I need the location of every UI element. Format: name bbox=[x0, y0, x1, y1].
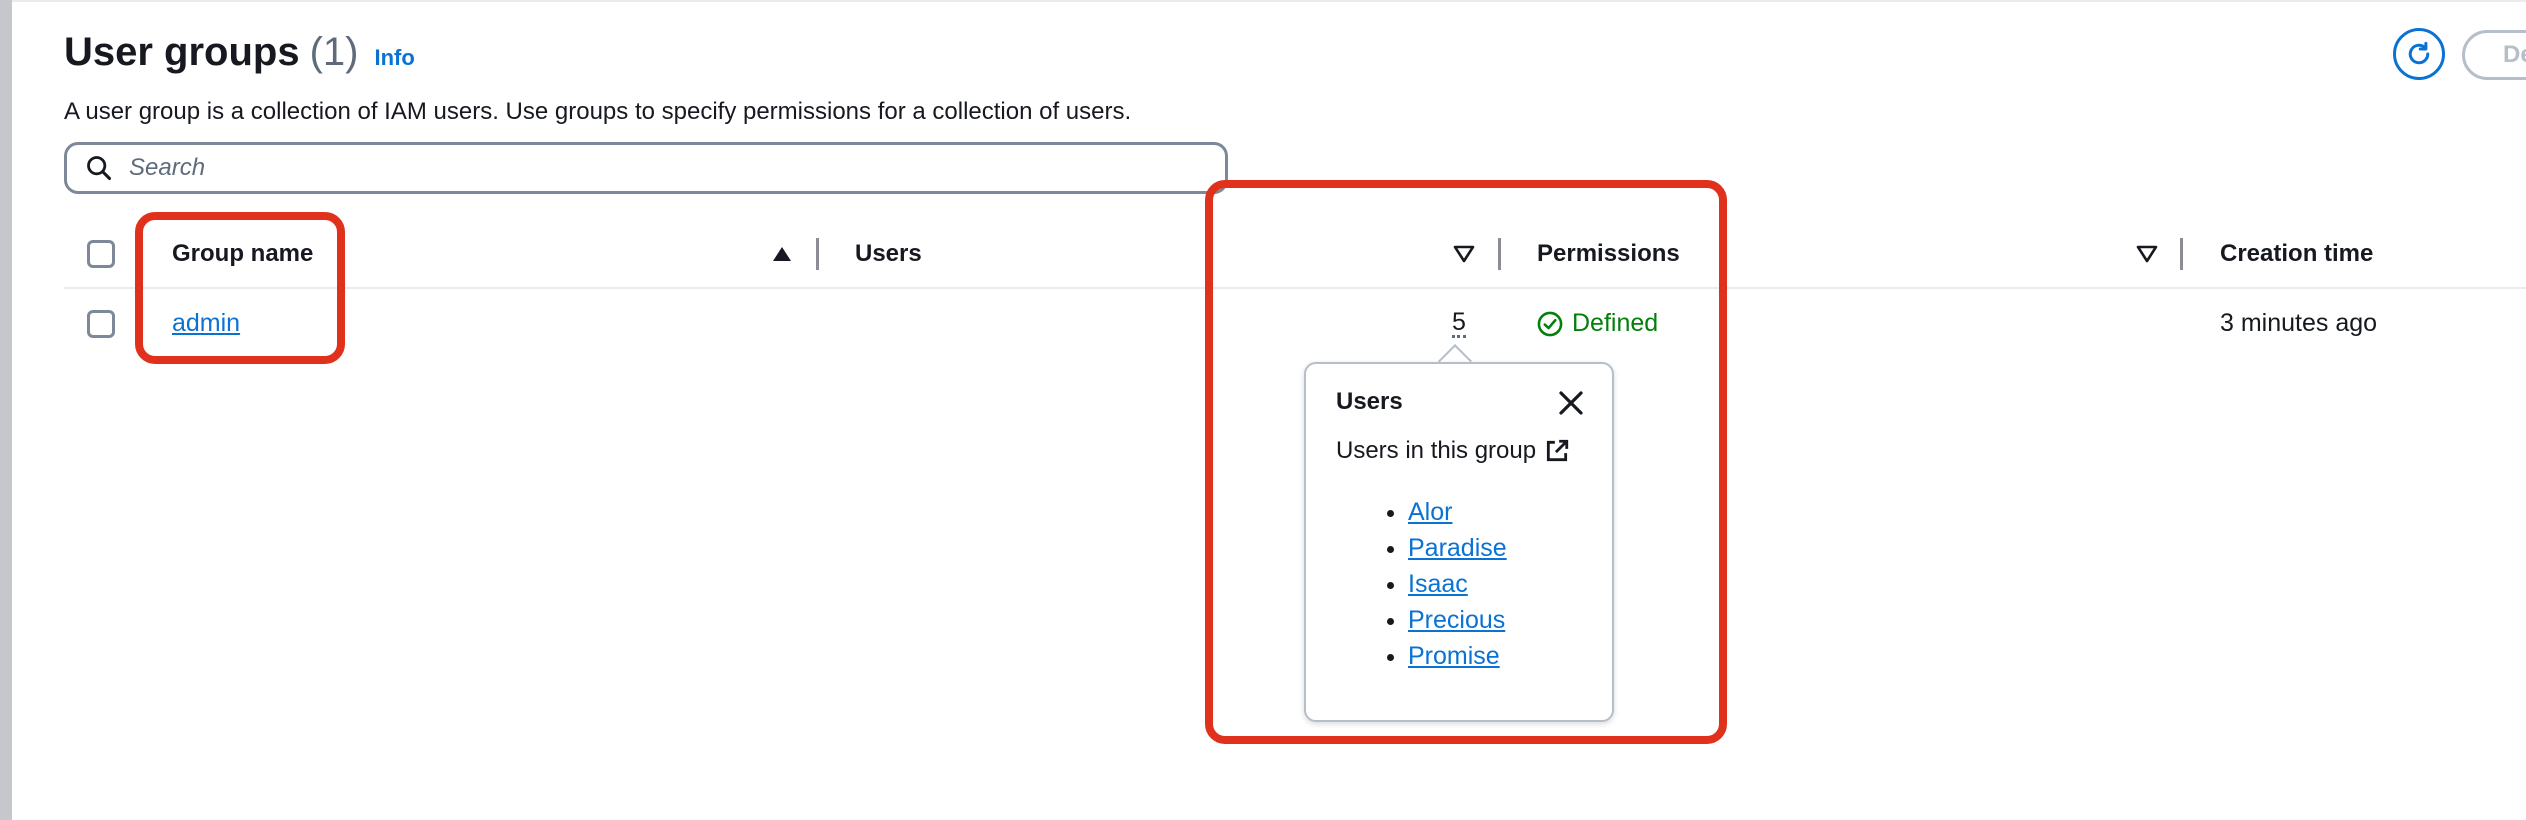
refresh-button[interactable] bbox=[2393, 28, 2445, 80]
annotation-highlight-group-name bbox=[135, 212, 345, 364]
column-header-users[interactable]: Users bbox=[855, 240, 922, 268]
select-all-checkbox[interactable] bbox=[87, 240, 115, 268]
info-link[interactable]: Info bbox=[375, 45, 415, 71]
caret-down-outline-icon[interactable] bbox=[2135, 244, 2159, 264]
row-checkbox[interactable] bbox=[87, 310, 115, 338]
annotation-highlight-users-popover bbox=[1205, 180, 1727, 744]
refresh-icon bbox=[2408, 41, 2430, 65]
page-title: User groups bbox=[64, 30, 300, 74]
page-header: User groups (1) Info bbox=[64, 30, 415, 75]
column-divider[interactable] bbox=[816, 238, 819, 270]
top-border bbox=[12, 0, 2526, 6]
side-panel-edge bbox=[0, 0, 12, 820]
column-divider[interactable] bbox=[2180, 238, 2183, 270]
search-input[interactable] bbox=[127, 153, 1181, 183]
page-description: A user group is a collection of IAM user… bbox=[64, 98, 1132, 125]
search-icon bbox=[87, 156, 112, 181]
delete-button[interactable]: De bbox=[2462, 30, 2526, 80]
group-count: (1) bbox=[309, 30, 359, 74]
search-bar[interactable] bbox=[64, 142, 1228, 194]
column-header-creation-time[interactable]: Creation time bbox=[2220, 240, 2373, 268]
caret-up-filled-icon[interactable] bbox=[770, 244, 794, 264]
creation-time: 3 minutes ago bbox=[2220, 309, 2378, 337]
